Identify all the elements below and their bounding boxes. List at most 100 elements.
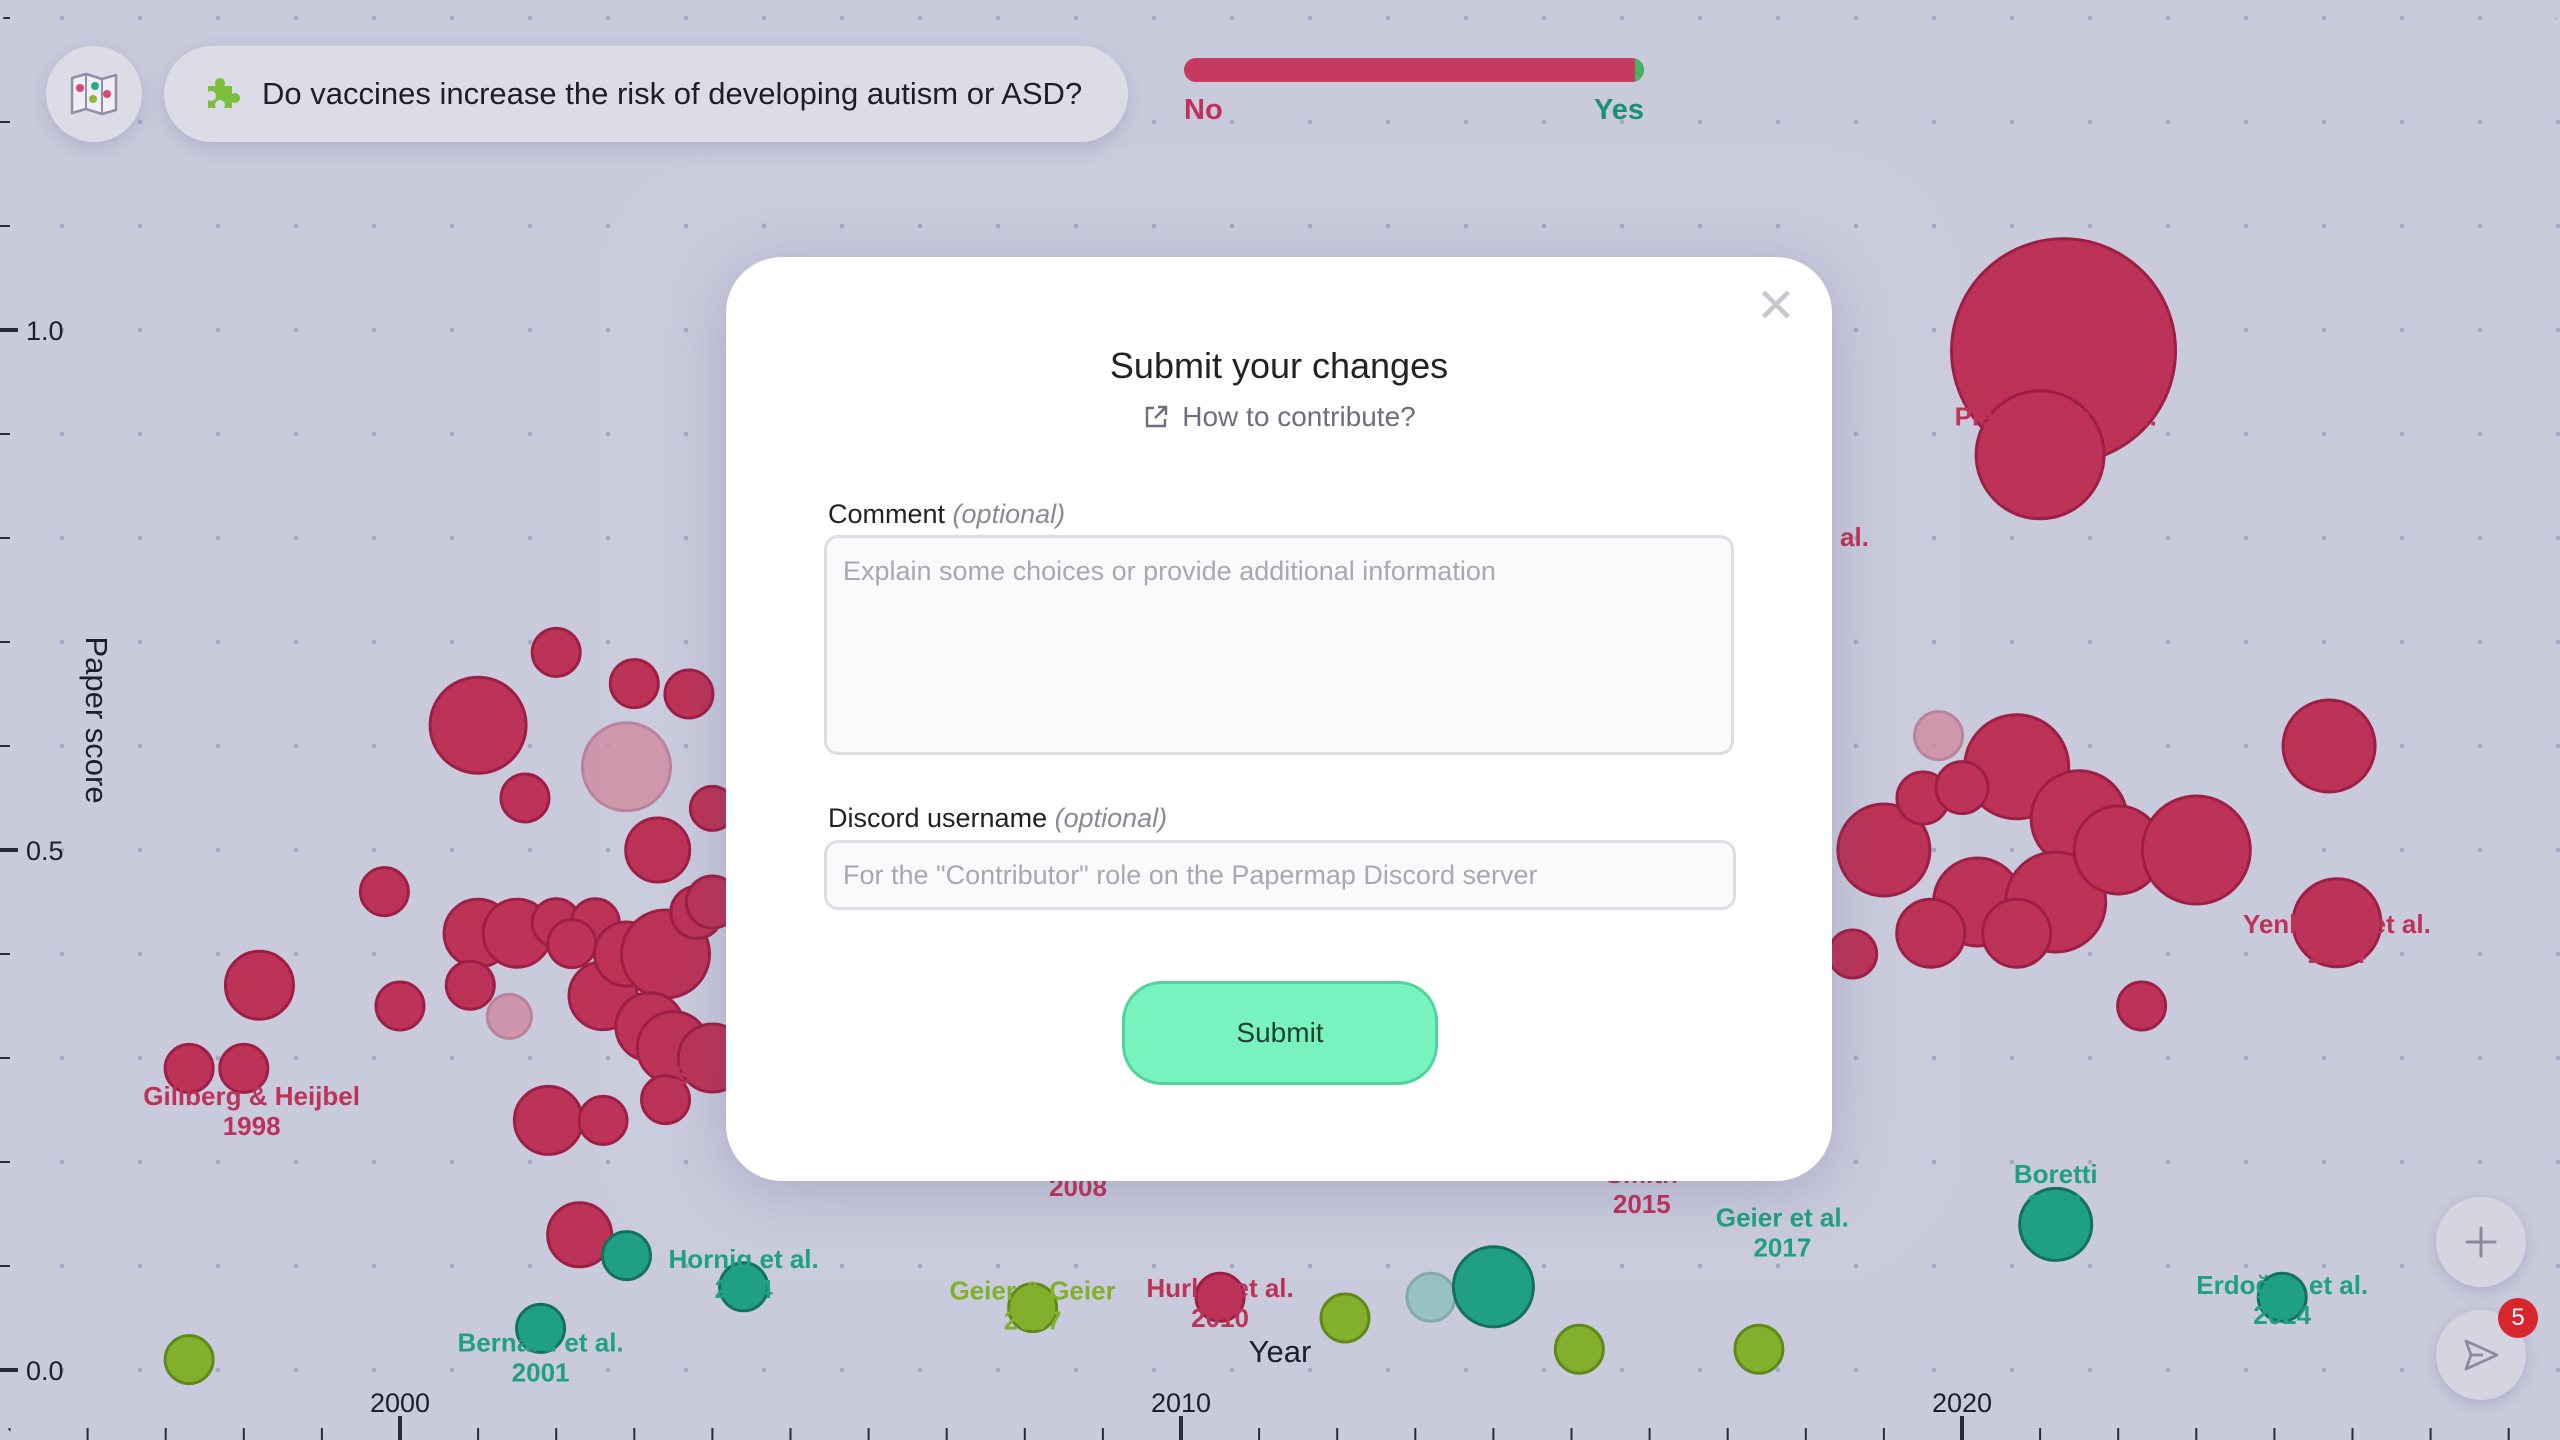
grid-dot [59, 535, 65, 541]
paper-point[interactable] [546, 918, 598, 970]
paper-point[interactable] [1733, 1323, 1785, 1375]
grid-dot [1307, 1263, 1313, 1269]
discord-username-input[interactable] [824, 840, 1736, 910]
grid-dot [371, 327, 377, 333]
paper-label-year: 2021 [2027, 432, 2085, 462]
paper-point[interactable] [600, 1230, 652, 1282]
paper-point[interactable] [624, 816, 692, 884]
grid-dot [1385, 1367, 1391, 1373]
grid-dot [1697, 15, 1703, 21]
add-button[interactable] [2436, 1197, 2526, 1287]
paper-point[interactable] [608, 658, 660, 710]
grid-dot [59, 743, 65, 749]
grid-dot [449, 223, 455, 229]
grid-dot [293, 1263, 299, 1269]
paper-point[interactable] [1895, 897, 1967, 969]
grid-dot [1853, 1367, 1859, 1373]
close-icon[interactable]: ✕ [1756, 283, 1796, 331]
grid-dot [1073, 15, 1079, 21]
grid-dot [2555, 1159, 2560, 1165]
paper-point[interactable] [444, 959, 496, 1011]
grid-dot [137, 535, 143, 541]
papermap-logo-button[interactable] [46, 46, 142, 142]
paper-point[interactable] [1553, 1323, 1605, 1375]
paper-point[interactable] [374, 980, 426, 1032]
paper-point[interactable] [2140, 794, 2252, 906]
grid-dot [2009, 1367, 2015, 1373]
grid-dot [371, 1263, 377, 1269]
paper-point[interactable] [512, 1084, 584, 1156]
grid-dot [1697, 1367, 1703, 1373]
paper-point[interactable] [530, 626, 582, 678]
grid-dot [917, 1367, 923, 1373]
grid-dot [371, 15, 377, 21]
x-tick-label: 2000 [370, 1388, 430, 1418]
grid-dot [215, 223, 221, 229]
grid-dot [1775, 119, 1781, 125]
plus-icon [2465, 1226, 2497, 1258]
grid-dot [2165, 535, 2171, 541]
paper-point[interactable] [1981, 897, 2053, 969]
grid-dot [2165, 223, 2171, 229]
paper-point[interactable] [2116, 980, 2168, 1032]
how-to-contribute-link[interactable]: How to contribute? [726, 401, 1832, 433]
paper-label-year: 2010 [1191, 1303, 1249, 1333]
paper-point[interactable] [163, 1334, 215, 1386]
grid-dot [2243, 743, 2249, 749]
paper-point[interactable] [428, 675, 528, 775]
grid-dot [293, 847, 299, 853]
grid-dot [2009, 1263, 2015, 1269]
grid-dot [605, 1367, 611, 1373]
grid-dot [137, 431, 143, 437]
grid-dot [293, 327, 299, 333]
grid-dot [2243, 119, 2249, 125]
send-changes-button[interactable]: 5 [2436, 1298, 2538, 1400]
grid-dot [2399, 951, 2405, 957]
grid-dot [1853, 1159, 1859, 1165]
grid-dot [449, 327, 455, 333]
paper-point[interactable] [1934, 760, 1990, 816]
grid-dot [605, 1159, 611, 1165]
paper-point[interactable] [663, 668, 715, 720]
paper-point[interactable] [1827, 928, 1879, 980]
grid-dot [605, 431, 611, 437]
paper-point[interactable] [485, 992, 533, 1040]
grid-dot [215, 1263, 221, 1269]
paper-point[interactable] [499, 772, 551, 824]
grid-dot [2321, 847, 2327, 853]
comment-textarea[interactable] [824, 535, 1734, 755]
grid-dot [371, 535, 377, 541]
grid-dot [215, 1159, 221, 1165]
modal-title: Submit your changes [1109, 345, 1449, 386]
paper-point[interactable] [580, 721, 672, 813]
grid-dot [371, 1055, 377, 1061]
grid-dot [2009, 15, 2015, 21]
grid-dot [605, 535, 611, 541]
paper-point[interactable] [1451, 1245, 1535, 1329]
grid-dot [1229, 15, 1235, 21]
grid-dot [2555, 223, 2560, 229]
paper-point[interactable] [2281, 698, 2377, 794]
paper-point[interactable] [358, 866, 410, 918]
paper-point[interactable] [1405, 1271, 1457, 1323]
paper-point[interactable] [577, 1094, 629, 1146]
grid-dot [215, 535, 221, 541]
paper-point[interactable] [223, 949, 295, 1021]
grid-dot [2477, 1055, 2483, 1061]
grid-dot [2321, 15, 2327, 21]
submit-button[interactable]: Submit [1122, 981, 1438, 1085]
grid-dot [1073, 1367, 1079, 1373]
paper-point[interactable] [1913, 710, 1965, 762]
grid-dot [137, 639, 143, 645]
grid-dot [2555, 1263, 2560, 1269]
paper-label-name: Pietrantonj et al. [1955, 402, 2157, 432]
grid-dot [2009, 119, 2015, 125]
grid-dot [215, 431, 221, 437]
paper-label-name: Geier et al. [1716, 1202, 1849, 1232]
grid-dot [137, 951, 143, 957]
question-pill[interactable]: Do vaccines increase the risk of develop… [164, 46, 1129, 142]
paper-point[interactable] [1319, 1292, 1371, 1344]
grid-dot [1853, 1263, 1859, 1269]
grid-dot [2165, 1263, 2171, 1269]
grid-dot [1073, 223, 1079, 229]
